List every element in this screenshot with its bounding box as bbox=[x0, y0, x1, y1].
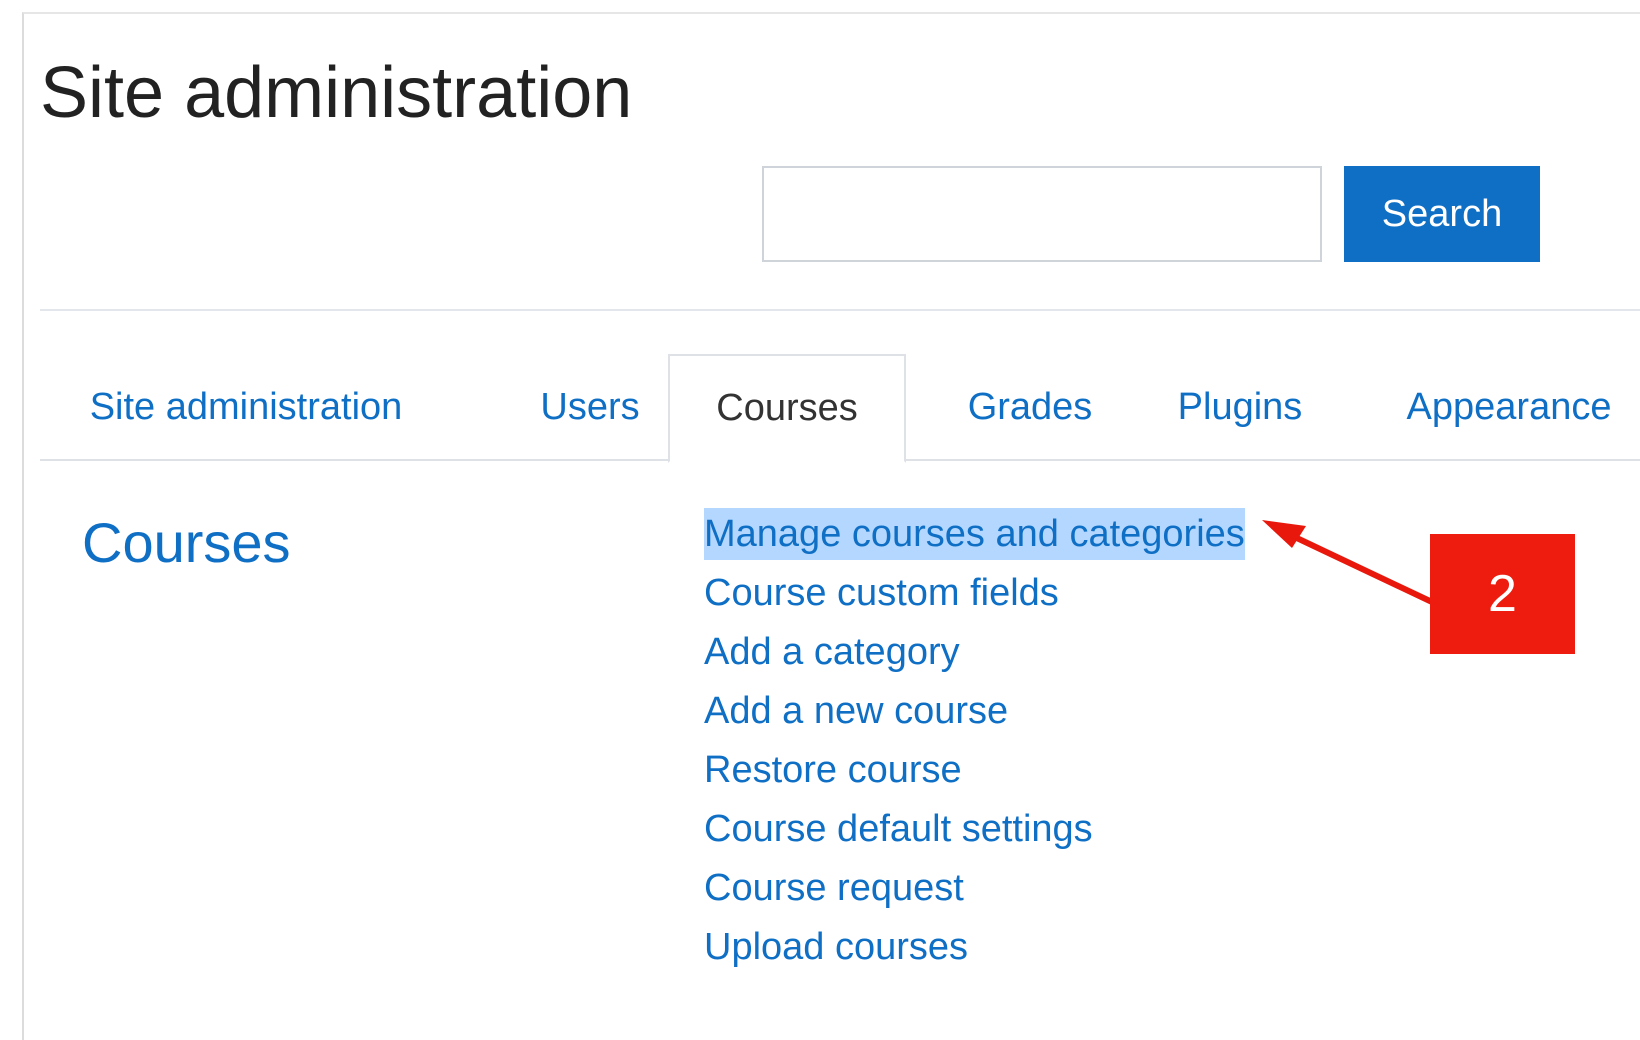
tab-plugins[interactable]: Plugins bbox=[1150, 354, 1330, 461]
tab-site-administration[interactable]: Site administration bbox=[40, 354, 452, 461]
list-item: Add a new course bbox=[704, 685, 1245, 744]
course-request-link[interactable]: Course request bbox=[704, 862, 964, 914]
add-new-course-link[interactable]: Add a new course bbox=[704, 685, 1008, 737]
list-item: Restore course bbox=[704, 744, 1245, 803]
list-item: Manage courses and categories bbox=[704, 508, 1245, 567]
tab-bar: Site administration Users Courses Grades… bbox=[40, 354, 1640, 463]
course-custom-fields-link[interactable]: Course custom fields bbox=[704, 567, 1059, 619]
search-input[interactable] bbox=[762, 166, 1322, 262]
tab-users[interactable]: Users bbox=[514, 354, 666, 461]
upload-courses-link[interactable]: Upload courses bbox=[704, 921, 968, 973]
list-item: Add a category bbox=[704, 626, 1245, 685]
search-button[interactable]: Search bbox=[1344, 166, 1540, 262]
course-default-settings-link[interactable]: Course default settings bbox=[704, 803, 1093, 855]
list-item: Course default settings bbox=[704, 803, 1245, 862]
list-item: Course custom fields bbox=[704, 567, 1245, 626]
add-category-link[interactable]: Add a category bbox=[704, 626, 960, 678]
header-divider bbox=[40, 309, 1640, 311]
tab-appearance[interactable]: Appearance bbox=[1378, 354, 1640, 461]
manage-courses-link[interactable]: Manage courses and categories bbox=[704, 508, 1245, 560]
restore-course-link[interactable]: Restore course bbox=[704, 744, 962, 796]
list-item: Upload courses bbox=[704, 921, 1245, 980]
page-title: Site administration bbox=[40, 53, 633, 133]
section-heading-courses[interactable]: Courses bbox=[82, 510, 291, 575]
tab-grades[interactable]: Grades bbox=[940, 354, 1120, 461]
list-item: Course request bbox=[704, 862, 1245, 921]
tab-courses[interactable]: Courses bbox=[668, 354, 906, 463]
step-number-badge: 2 bbox=[1430, 534, 1575, 654]
courses-link-list: Manage courses and categories Course cus… bbox=[704, 508, 1245, 980]
